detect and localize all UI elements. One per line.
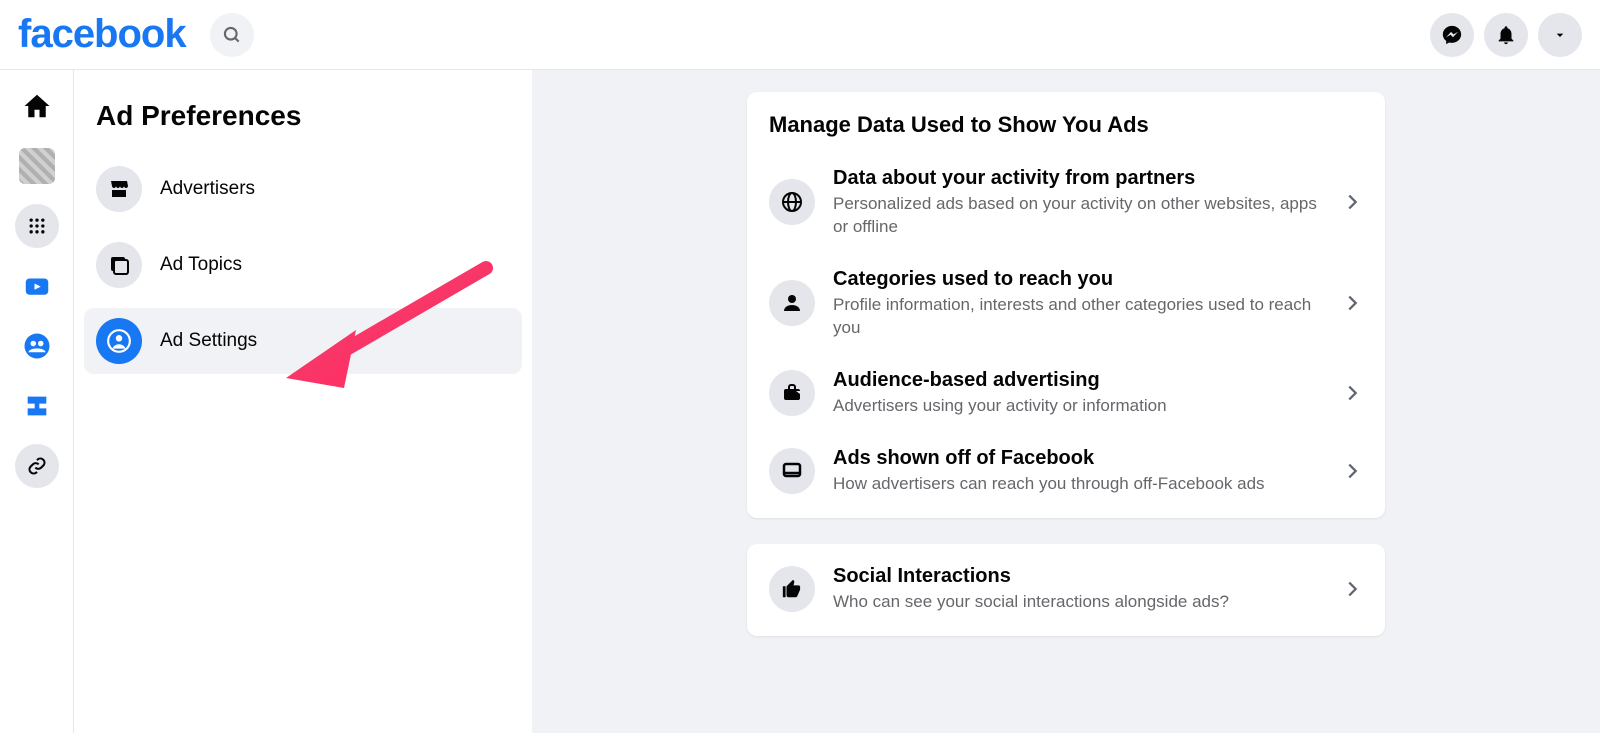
social-interactions-card: Social Interactions Who can see your soc… [747,544,1385,636]
row-title: Ads shown off of Facebook [833,446,1323,471]
left-rail [0,70,74,733]
watch-icon [22,271,52,301]
search-button[interactable] [210,13,254,57]
chevron-right-icon [1341,292,1363,314]
rail-home[interactable] [15,84,59,128]
messenger-icon [1441,24,1463,46]
row-title: Audience-based advertising [833,368,1323,393]
row-ads-off-facebook[interactable]: Ads shown off of Facebook How advertiser… [747,432,1385,518]
row-categories[interactable]: Categories used to reach you Profile inf… [747,253,1385,354]
row-subtitle: Who can see your social interactions alo… [833,591,1323,614]
row-partner-data[interactable]: Data about your activity from partners P… [747,152,1385,253]
row-title: Categories used to reach you [833,267,1323,292]
briefcase-icon [769,370,815,416]
chevron-right-icon [1341,382,1363,404]
chevron-right-icon [1341,578,1363,600]
header-left: facebook [18,12,254,57]
globe-icon [769,179,815,225]
header-right [1430,13,1582,57]
chevron-right-icon [1341,191,1363,213]
search-icon [222,25,242,45]
sidebar-item-ad-settings[interactable]: Ad Settings [84,308,522,374]
screen-icon [769,448,815,494]
sidebar-item-label: Ad Topics [160,254,242,276]
facebook-logo[interactable]: facebook [18,12,186,57]
row-title: Data about your activity from partners [833,166,1323,191]
preferences-list: Advertisers Ad Topics Ad Settings [84,156,522,374]
avatar-icon [19,148,55,184]
row-body: Social Interactions Who can see your soc… [833,564,1323,614]
gaming-icon [23,392,51,420]
sidebar-item-ad-topics[interactable]: Ad Topics [84,232,522,298]
person-icon [769,280,815,326]
bell-icon [1495,24,1517,46]
rail-watch[interactable] [15,264,59,308]
messenger-button[interactable] [1430,13,1474,57]
rail-groups[interactable] [15,324,59,368]
sidebar-item-advertisers[interactable]: Advertisers [84,156,522,222]
topics-icon [96,242,142,288]
row-body: Audience-based advertising Advertisers u… [833,368,1323,418]
home-icon [22,91,52,121]
preferences-sidebar: Ad Preferences Advertisers Ad Topics Ad … [74,70,532,733]
row-body: Data about your activity from partners P… [833,166,1323,239]
row-social-interactions[interactable]: Social Interactions Who can see your soc… [747,544,1385,636]
chevron-right-icon [1341,460,1363,482]
rail-link[interactable] [15,444,59,488]
row-subtitle: Profile information, interests and other… [833,294,1323,340]
page-title: Ad Preferences [84,88,522,156]
row-body: Categories used to reach you Profile inf… [833,267,1323,340]
manage-data-card: Manage Data Used to Show You Ads Data ab… [747,92,1385,518]
link-icon [27,456,47,476]
top-header: facebook [0,0,1600,70]
caret-down-icon [1552,27,1568,43]
card-heading: Manage Data Used to Show You Ads [747,92,1385,152]
account-menu-button[interactable] [1538,13,1582,57]
rail-gaming[interactable] [15,384,59,428]
sidebar-item-label: Advertisers [160,178,255,200]
row-title: Social Interactions [833,564,1323,589]
notifications-button[interactable] [1484,13,1528,57]
row-body: Ads shown off of Facebook How advertiser… [833,446,1323,496]
thumbs-up-icon [769,566,815,612]
grid-menu-icon [27,216,47,236]
content-area: Manage Data Used to Show You Ads Data ab… [532,70,1600,733]
rail-menu[interactable] [15,204,59,248]
store-icon [96,166,142,212]
row-subtitle: Advertisers using your activity or infor… [833,395,1323,418]
row-audience[interactable]: Audience-based advertising Advertisers u… [747,354,1385,432]
row-subtitle: How advertisers can reach you through of… [833,473,1323,496]
person-circle-icon [96,318,142,364]
row-subtitle: Personalized ads based on your activity … [833,193,1323,239]
rail-profile[interactable] [15,144,59,188]
main-area: Ad Preferences Advertisers Ad Topics Ad … [0,70,1600,733]
sidebar-item-label: Ad Settings [160,330,257,352]
groups-icon [22,331,52,361]
